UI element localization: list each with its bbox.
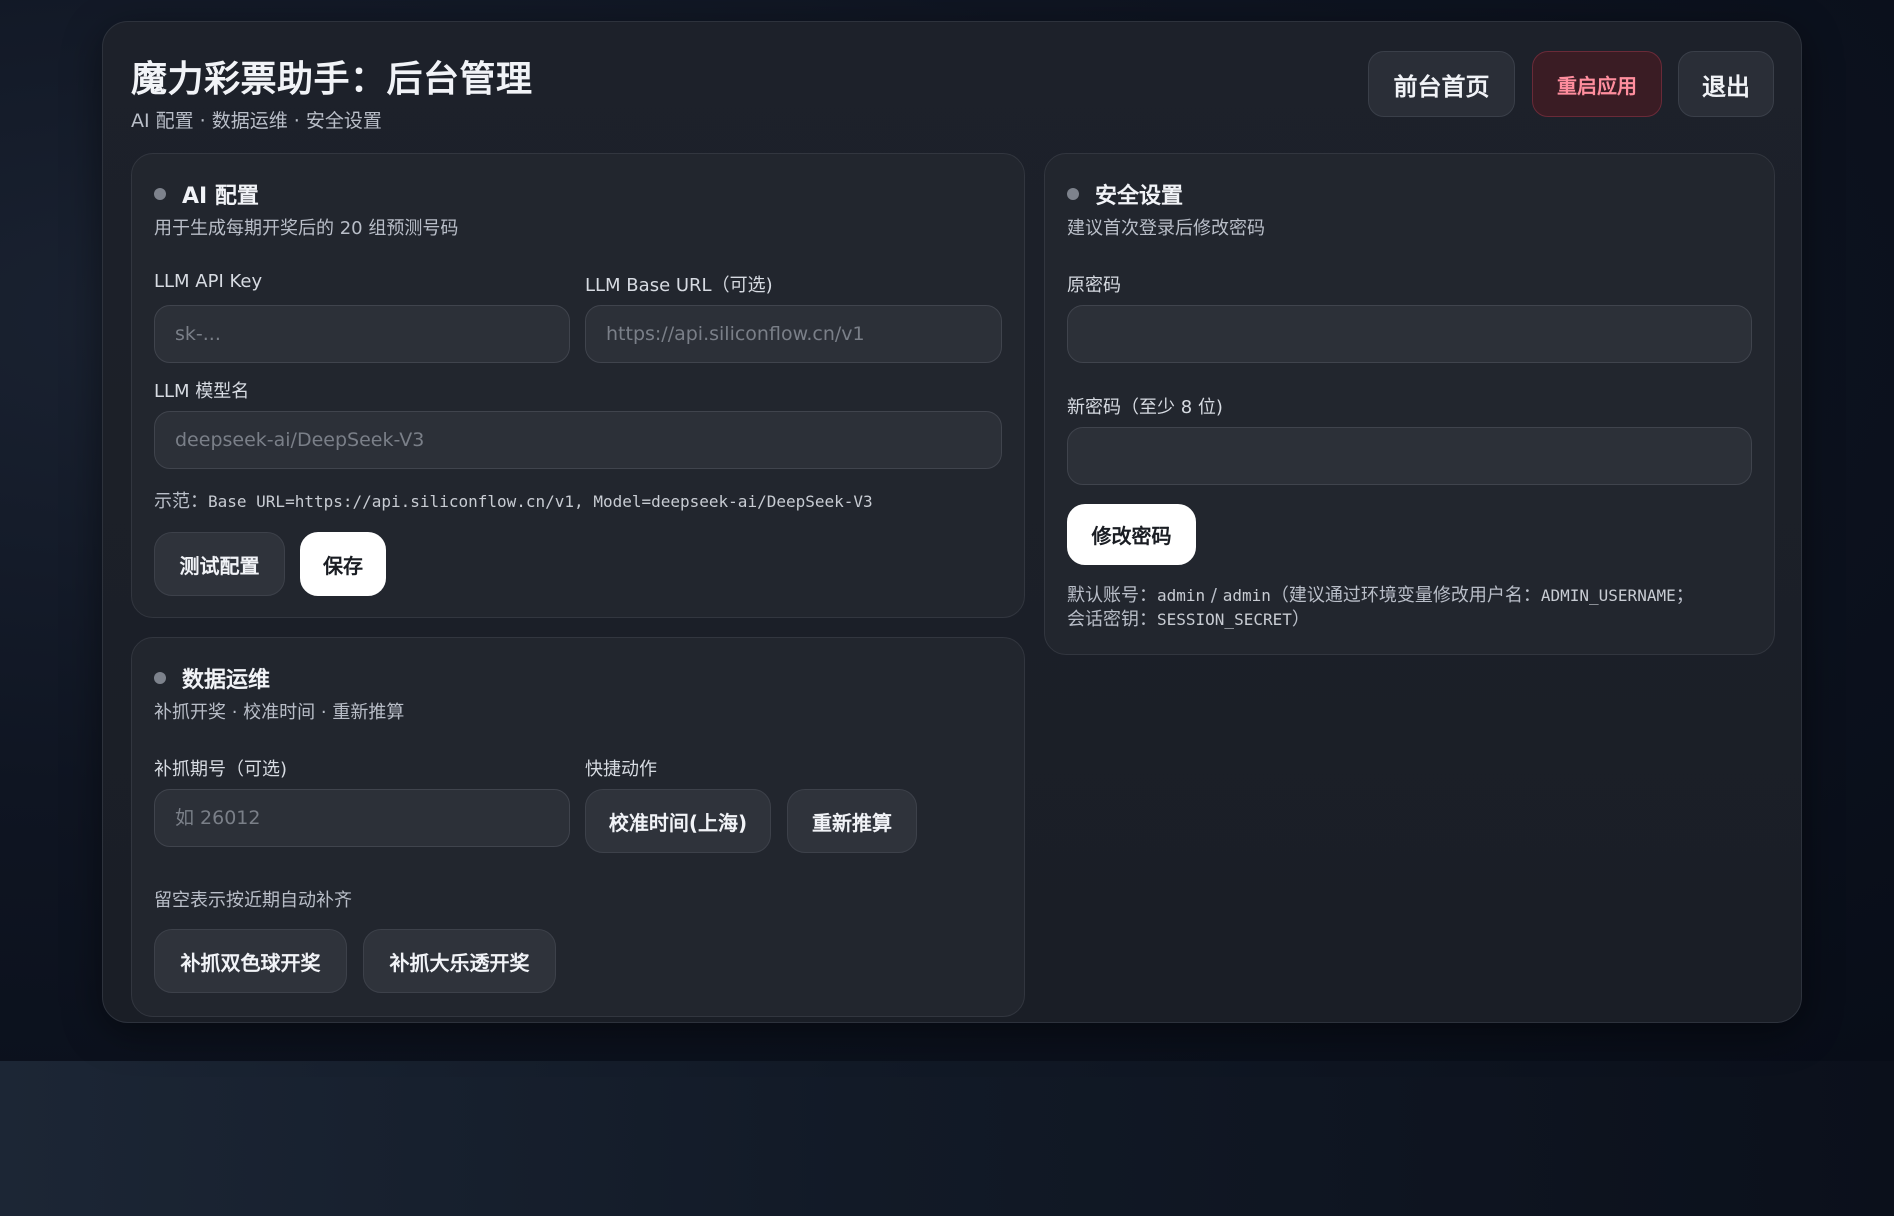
page-subtitle: AI 配置 · 数据运维 · 安全设置 (131, 110, 382, 132)
model-input[interactable] (154, 411, 1002, 469)
recalculate-button[interactable]: 重新推算 (787, 789, 917, 853)
security-title: 安全设置 (1095, 184, 1184, 209)
note-session-var: SESSION_SECRET (1157, 610, 1292, 629)
security-card: 安全设置 建议首次登录后修改密码 原密码 新密码（至少 8 位) 修改密码 默认… (1044, 153, 1775, 655)
security-description: 建议首次登录后修改密码 (1067, 218, 1265, 239)
new-password-input[interactable] (1067, 427, 1752, 485)
bullet-dot-icon (154, 672, 166, 684)
page-background-bottom (0, 1061, 1894, 1216)
data-ops-header: 数据运维 (154, 662, 270, 694)
logout-button[interactable]: 退出 (1678, 51, 1774, 117)
page-title: 魔力彩票助手：后台管理 (131, 59, 533, 100)
quick-actions-label: 快捷动作 (585, 759, 657, 780)
old-password-label: 原密码 (1067, 275, 1121, 296)
note-separator: / (1205, 585, 1223, 606)
save-button[interactable]: 保存 (300, 532, 386, 596)
note-prefix: 默认账号： (1067, 585, 1157, 606)
ai-config-title: AI 配置 (182, 184, 259, 209)
note-close: ） (1291, 609, 1310, 630)
model-label: LLM 模型名 (154, 381, 250, 402)
example-text: Base URL=https://api.siliconflow.cn/v1, … (208, 492, 873, 511)
issue-label: 补抓期号（可选) (154, 759, 288, 780)
note-username-var: ADMIN_USERNAME (1540, 586, 1676, 605)
issue-input[interactable] (154, 789, 570, 847)
example-prefix: 示范： (154, 491, 208, 512)
note-env-hint: （建议通过环境变量修改用户名： (1270, 585, 1541, 606)
restart-app-button[interactable]: 重启应用 (1532, 51, 1662, 117)
bullet-dot-icon (1067, 188, 1079, 200)
security-header: 安全设置 (1067, 178, 1183, 210)
note-password: admin (1222, 586, 1271, 605)
data-ops-title: 数据运维 (182, 668, 271, 693)
note-username: admin (1157, 586, 1206, 605)
bullet-dot-icon (154, 188, 166, 200)
api-key-input[interactable] (154, 305, 570, 363)
default-account-note: 默认账号：admin / admin（建议通过环境变量修改用户名：ADMIN_U… (1067, 584, 1757, 632)
fetch-ssq-button[interactable]: 补抓双色球开奖 (154, 929, 347, 993)
config-example: 示范：Base URL=https://api.siliconflow.cn/v… (154, 487, 873, 513)
ai-config-description: 用于生成每期开奖后的 20 组预测号码 (154, 218, 459, 239)
admin-panel: 魔力彩票助手：后台管理 AI 配置 · 数据运维 · 安全设置 前台首页 重启应… (102, 21, 1802, 1023)
base-url-label: LLM Base URL（可选) (585, 275, 773, 296)
frontend-home-button[interactable]: 前台首页 (1368, 51, 1515, 117)
new-password-label: 新密码（至少 8 位) (1067, 397, 1223, 418)
fetch-dlt-button[interactable]: 补抓大乐透开奖 (363, 929, 556, 993)
note-session-prefix: 会话密钥： (1067, 609, 1157, 630)
note-semicolon: ； (1675, 585, 1694, 606)
data-ops-card: 数据运维 补抓开奖 · 校准时间 · 重新推算 补抓期号（可选) 快捷动作 校准… (131, 637, 1025, 1017)
data-ops-description: 补抓开奖 · 校准时间 · 重新推算 (154, 702, 405, 723)
calibrate-time-button[interactable]: 校准时间(上海) (585, 789, 771, 853)
api-key-label: LLM API Key (154, 271, 263, 292)
base-url-input[interactable] (585, 305, 1002, 363)
change-password-button[interactable]: 修改密码 (1067, 504, 1196, 565)
test-config-button[interactable]: 测试配置 (154, 532, 285, 596)
old-password-input[interactable] (1067, 305, 1752, 363)
ai-config-card: AI 配置 用于生成每期开奖后的 20 组预测号码 LLM API Key LL… (131, 153, 1025, 618)
ai-config-header: AI 配置 (154, 178, 259, 210)
issue-hint: 留空表示按近期自动补齐 (154, 890, 352, 911)
